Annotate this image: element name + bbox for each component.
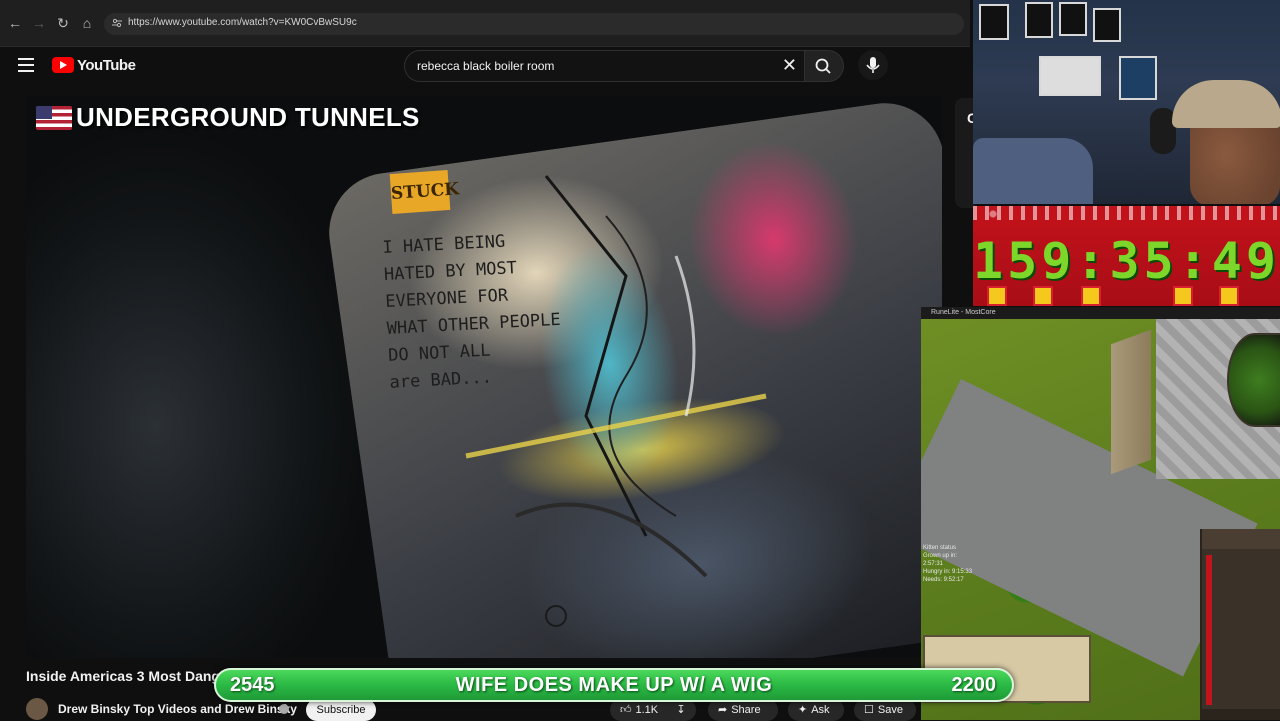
youtube-play-icon — [52, 57, 74, 73]
youtube-logo-text: YouTube — [77, 56, 136, 74]
avatar[interactable] — [26, 698, 48, 720]
ask-button[interactable]: ✦ Ask — [788, 699, 844, 721]
back-icon[interactable]: ← — [6, 14, 24, 32]
inventory-tabs[interactable] — [1202, 529, 1280, 549]
status-header: Kitten status — [923, 545, 957, 551]
forward-icon[interactable]: → — [30, 14, 48, 32]
reload-icon[interactable]: ↻ — [54, 14, 72, 32]
share-icon: ➦ — [718, 704, 728, 716]
stream-alert-banner: WIFE DOES MAKE UP W/ A WIG 2545 2200 — [214, 668, 1014, 702]
share-label: Share — [731, 704, 761, 716]
subscribe-button[interactable]: Subscribe — [306, 699, 376, 721]
status-line: Grown up in: 2:57:31 — [923, 553, 958, 567]
framed-picture — [1039, 56, 1101, 96]
graffiti-scribbles — [465, 175, 767, 627]
wall-poster — [1093, 8, 1121, 42]
game-window-title: RuneLite - MostCore — [931, 309, 996, 316]
voice-search-button[interactable] — [858, 50, 888, 80]
garland-decoration — [973, 206, 1280, 220]
framed-picture — [1119, 56, 1157, 100]
gift-icon — [1033, 286, 1053, 306]
thumbs-up-icon: 👍︎ — [620, 704, 632, 716]
streamer-cap — [1172, 80, 1280, 128]
gift-icon — [1219, 286, 1239, 306]
gift-icon — [987, 286, 1007, 306]
status-line: Needs: 9:52:17 — [923, 577, 964, 583]
browser-toolbar: ← → ↻ ⌂ https://www.youtube.com/watch?v=… — [0, 0, 970, 47]
search-input[interactable]: rebecca black boiler room ✕ — [404, 50, 805, 82]
status-line: Hungry in: 9:15:33 — [923, 569, 973, 575]
video-overlay-title: UNDERGROUND TUNNELS — [36, 102, 420, 133]
overlay-title-text: UNDERGROUND TUNNELS — [76, 102, 420, 132]
kitten-status-panel: Kitten status Grown up in: 2:57:31 Hungr… — [921, 544, 975, 590]
url-text: https://www.youtube.com/watch?v=KW0CvBwS… — [128, 17, 357, 28]
gift-icon — [1081, 286, 1101, 306]
home-icon[interactable]: ⌂ — [78, 14, 96, 32]
share-button[interactable]: ➦ Share — [708, 699, 778, 721]
game-world[interactable]: Kitten status Grown up in: 2:57:31 Hungr… — [921, 319, 1280, 720]
address-bar[interactable]: https://www.youtube.com/watch?v=KW0CvBwS… — [104, 13, 964, 35]
game-inventory-panel[interactable] — [1200, 529, 1280, 720]
health-bar — [1206, 555, 1212, 705]
close-icon[interactable]: ✕ — [782, 56, 797, 74]
site-info-icon[interactable] — [112, 18, 122, 28]
game-titlebar: RuneLite - MostCore — [921, 307, 1280, 319]
gift-icon — [1173, 286, 1193, 306]
save-button[interactable]: ☐ Save — [854, 699, 916, 721]
graffiti-text: I HATE BEING HATED BY MOST EVERYONE FOR … — [382, 231, 562, 393]
game-footer-tabs[interactable] — [1200, 709, 1280, 720]
wall-poster — [1025, 2, 1053, 38]
microphone-icon — [866, 57, 880, 73]
thumbs-down-icon: ↧ — [676, 704, 686, 716]
like-count: 1.1K — [635, 704, 659, 716]
wall-poster — [979, 4, 1009, 40]
ask-label: Ask — [811, 704, 830, 716]
save-label: Save — [877, 704, 903, 716]
youtube-logo[interactable]: YouTube — [52, 55, 136, 75]
banner-message: WIFE DOES MAKE UP W/ A WIG — [455, 674, 773, 696]
game-minimap[interactable] — [1227, 333, 1280, 427]
search-button[interactable] — [804, 50, 844, 82]
secondary-panel-peek[interactable]: C — [955, 98, 977, 208]
video-title: Inside Americas 3 Most Dang — [26, 668, 220, 684]
game-window[interactable]: RuneLite - MostCore Kitten status Grown … — [921, 307, 1280, 720]
blanket — [973, 138, 1093, 204]
verified-icon — [279, 704, 289, 714]
channel-name[interactable]: Drew Binsky Top Videos and Drew Binsky — [58, 702, 297, 716]
wall-poster — [1059, 2, 1087, 36]
youtube-masthead: YouTube rebecca black boiler room ✕ — [0, 46, 970, 90]
subathon-timer: 159:35:49 — [973, 206, 1280, 306]
webcam-feed — [973, 0, 1280, 204]
search-icon — [815, 58, 831, 74]
dislike-button[interactable]: ↧ — [666, 699, 696, 721]
bookmark-icon: ☐ — [864, 704, 874, 716]
us-flag-icon — [36, 105, 72, 130]
menu-icon[interactable] — [18, 58, 34, 72]
sparkle-icon: ✦ — [798, 704, 808, 716]
timer-display: 159:35:49 — [973, 232, 1280, 290]
game-wall — [1111, 329, 1151, 475]
banner-right-number: 2200 — [951, 674, 997, 696]
banner-left-number: 2545 — [230, 674, 275, 696]
graffiti-sticker: STUCK — [389, 170, 460, 214]
video-player[interactable]: STUCK I HATE BEING HATED BY MOST EVERYON… — [26, 96, 942, 658]
search-query: rebecca black boiler room — [417, 59, 555, 73]
